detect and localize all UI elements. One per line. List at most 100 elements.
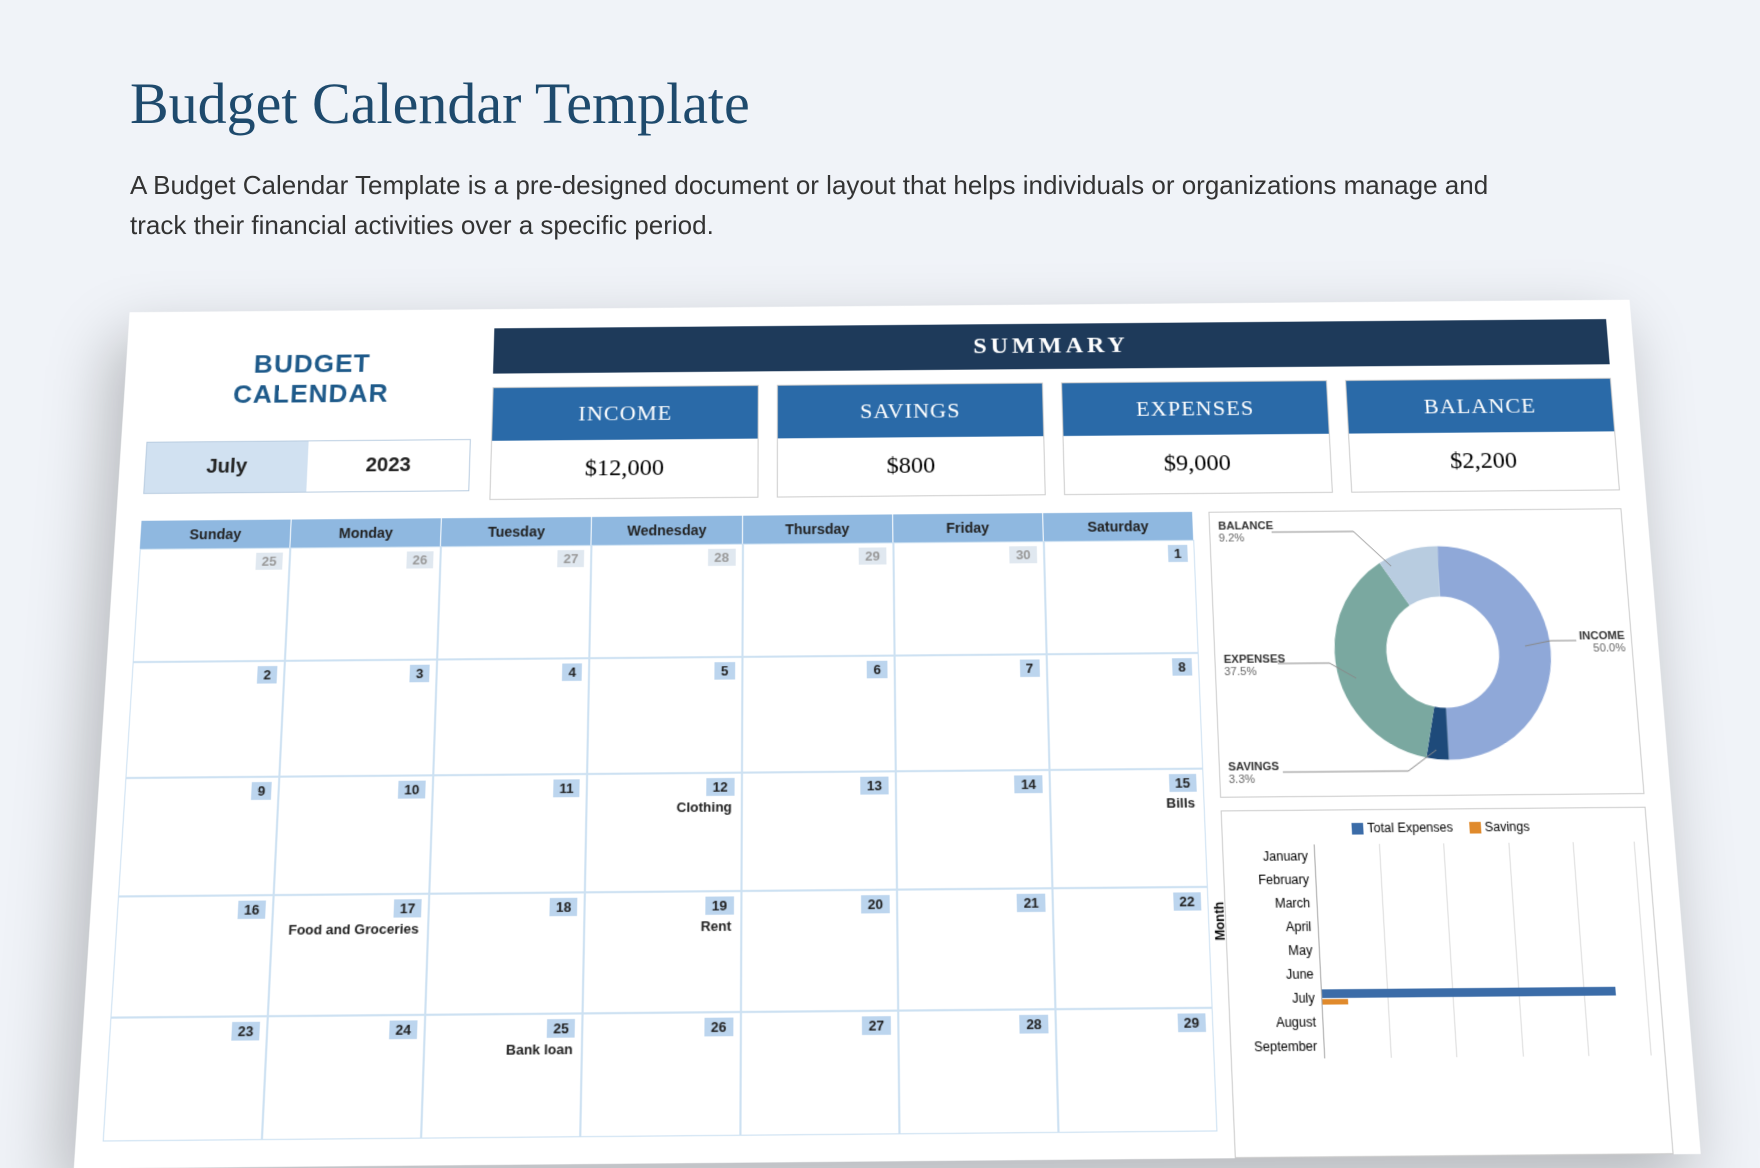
calendar-event: Clothing <box>677 798 732 814</box>
dow-header: Wednesday <box>592 515 743 544</box>
day-number: 15 <box>1168 773 1196 791</box>
calendar-cell[interactable]: 10 <box>274 775 434 895</box>
bar-month-label: July <box>1240 986 1322 1011</box>
calendar-cell[interactable]: 23 <box>103 1016 268 1141</box>
bar-month-label: May <box>1238 938 1320 962</box>
day-number: 7 <box>1019 659 1039 677</box>
bar-chart-ylabels: JanuaryFebruaryMarchAprilMayJuneJulyAugu… <box>1234 844 1325 1059</box>
calendar-cell[interactable]: 27 <box>437 545 591 660</box>
legend-square-expenses <box>1351 823 1363 835</box>
savings-card-header: SAVINGS <box>778 383 1043 438</box>
dow-header: Monday <box>291 518 443 547</box>
month-label: July <box>144 441 308 493</box>
day-number: 19 <box>705 896 733 914</box>
legend-label-savings: Savings <box>1484 819 1530 834</box>
day-number: 27 <box>862 1016 891 1035</box>
calendar-cell[interactable]: 7 <box>894 654 1049 771</box>
savings-card: SAVINGS $800 <box>777 382 1046 497</box>
dow-header: Saturday <box>1043 511 1194 540</box>
day-number: 12 <box>706 778 734 796</box>
day-number: 4 <box>562 663 582 681</box>
bar-row <box>1318 912 1644 939</box>
calendar-cell[interactable]: 30 <box>893 541 1046 655</box>
month-year-selector[interactable]: July 2023 <box>143 439 471 494</box>
bar-month-label: June <box>1239 962 1321 987</box>
bar-row <box>1316 865 1641 891</box>
calendar-cell[interactable]: 14 <box>895 770 1052 890</box>
day-number: 20 <box>861 895 889 913</box>
balance-card-value: $2,200 <box>1349 431 1619 491</box>
day-number: 17 <box>393 899 422 917</box>
day-number: 26 <box>704 1017 732 1036</box>
expenses-card-header: EXPENSES <box>1062 381 1329 436</box>
calendar-cell[interactable]: 27 <box>740 1010 899 1135</box>
calendar-cell[interactable]: 26 <box>581 1012 741 1137</box>
calendar-cell[interactable]: 24 <box>262 1014 425 1139</box>
calendar-cell[interactable]: 25 Bank loan <box>421 1013 583 1138</box>
savings-card-value: $800 <box>778 436 1045 496</box>
bar-month-label: September <box>1242 1034 1325 1059</box>
spreadsheet-preview: BUDGETCALENDAR document.querySelector('.… <box>74 299 1701 1168</box>
day-number: 9 <box>251 782 272 800</box>
bar-row <box>1319 935 1646 962</box>
page-subtitle: A Budget Calendar Template is a pre-desi… <box>130 165 1530 246</box>
day-number: 22 <box>1173 892 1202 910</box>
day-number: 3 <box>409 664 430 682</box>
calendar-cell[interactable]: 21 <box>897 888 1056 1010</box>
calendar-cell[interactable]: 28 <box>590 543 743 658</box>
year-label: 2023 <box>306 440 470 492</box>
day-number: 21 <box>1017 893 1045 911</box>
page-title: Budget Calendar Template <box>130 70 1630 137</box>
calendar-cell[interactable]: 9 <box>118 776 280 896</box>
calendar-cell[interactable]: 13 <box>741 771 897 891</box>
income-card: INCOME $12,000 <box>489 385 758 500</box>
calendar-cell[interactable]: 3 <box>279 659 437 776</box>
bar-chart-legend: Total Expenses Savings <box>1233 818 1636 836</box>
bar-row <box>1317 888 1642 914</box>
day-number: 26 <box>406 551 434 568</box>
calendar-cell[interactable]: 28 <box>898 1009 1058 1134</box>
calendar-cell[interactable]: 16 <box>110 895 273 1018</box>
day-number: 13 <box>860 776 888 794</box>
calendar-cell[interactable]: 22 <box>1052 886 1212 1008</box>
legend-square-savings <box>1469 822 1481 834</box>
calendar-cell[interactable]: 25 <box>133 547 291 662</box>
calendar-cell[interactable]: 18 <box>426 892 586 1014</box>
calendar-cell[interactable]: 5 <box>588 656 742 773</box>
income-card-value: $12,000 <box>490 438 757 498</box>
calendar-cell[interactable]: 19Rent <box>583 891 741 1013</box>
day-number: 25 <box>547 1019 576 1038</box>
calendar-event: Bank loan <box>506 1040 573 1057</box>
expenses-card-value: $9,000 <box>1064 433 1332 493</box>
bar-row <box>1322 983 1650 1010</box>
calendar-cell[interactable]: 1 <box>1044 539 1199 653</box>
dow-header: Sunday <box>140 519 292 548</box>
summary-header: SUMMARY <box>493 319 1610 374</box>
calendar-cell[interactable]: 6 <box>742 655 896 772</box>
day-number: 30 <box>1010 546 1038 563</box>
bar-row <box>1315 841 1639 867</box>
day-number: 18 <box>549 897 577 915</box>
day-number: 5 <box>715 662 735 680</box>
calendar-cell[interactable]: 12 Clothing <box>585 772 741 892</box>
bar-row <box>1324 1031 1654 1058</box>
calendar-cell[interactable]: 15Bills <box>1049 768 1208 888</box>
balance-card: BALANCE $2,200 <box>1345 377 1620 492</box>
calendar-cell[interactable]: 26 <box>285 546 441 661</box>
day-number: 10 <box>398 780 426 798</box>
calendar-cell[interactable]: 29 <box>1055 1007 1217 1132</box>
bar-month-label: April <box>1237 914 1319 938</box>
calendar-cell[interactable]: 2 <box>125 660 285 777</box>
calendar-cell[interactable]: 4 <box>434 658 590 775</box>
calendar-cell[interactable]: 17 Food and Groceries <box>268 893 430 1015</box>
calendar-cell[interactable]: 29 <box>742 542 894 657</box>
day-number: 25 <box>255 552 283 569</box>
calendar-event: Food and Groceries <box>288 920 419 937</box>
calendar-cell[interactable]: 20 <box>740 889 897 1011</box>
balance-card-header: BALANCE <box>1346 378 1614 433</box>
day-number: 28 <box>1020 1014 1049 1033</box>
calendar-cell[interactable]: 11 <box>430 774 588 894</box>
calendar-cell[interactable]: 8 <box>1046 653 1203 770</box>
income-card-header: INCOME <box>492 386 758 441</box>
budget-calendar-label: BUDGETCALENDAR <box>148 347 473 410</box>
